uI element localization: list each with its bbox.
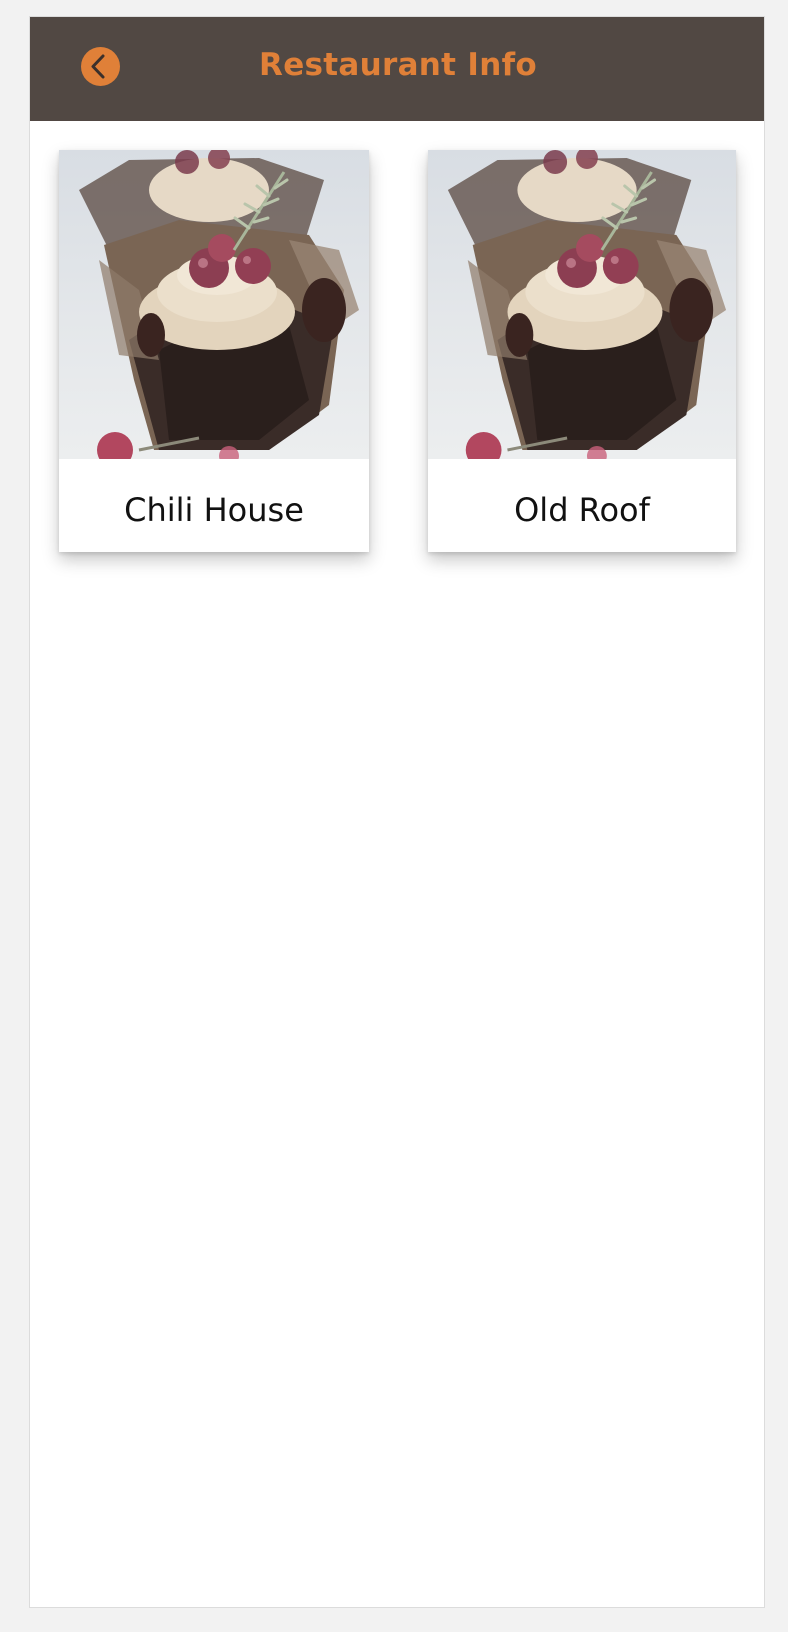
- restaurant-photo: [428, 150, 736, 459]
- restaurant-photo: [59, 150, 369, 459]
- page-title: Restaurant Info: [259, 47, 537, 83]
- restaurant-card[interactable]: Chili House: [59, 150, 369, 552]
- restaurant-name: Chili House: [124, 491, 304, 529]
- restaurant-card[interactable]: Old Roof: [428, 150, 736, 552]
- top-bar: Restaurant Info: [30, 17, 764, 121]
- app-screen: Restaurant Info Chili House Old Roof: [29, 16, 765, 1608]
- restaurant-name: Old Roof: [514, 491, 650, 529]
